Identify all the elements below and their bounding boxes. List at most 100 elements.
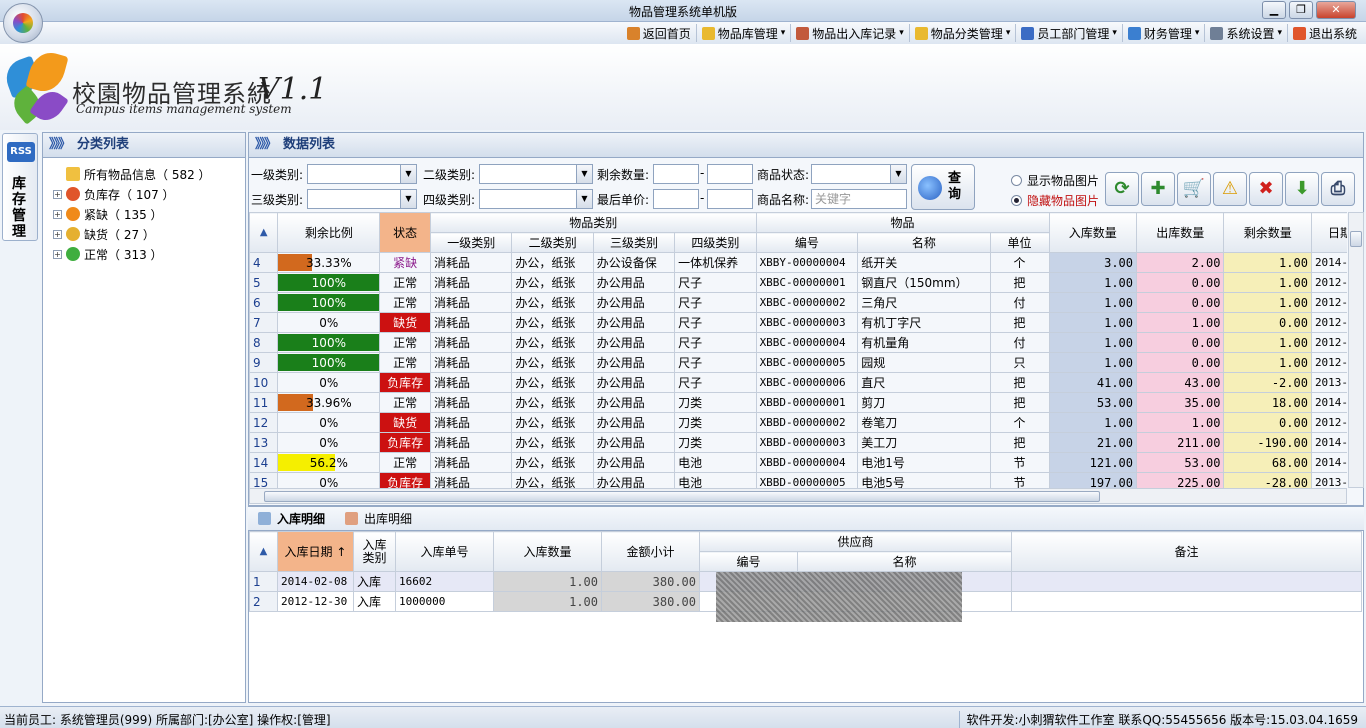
col-out-qty[interactable]: 出库数量 bbox=[1135, 212, 1225, 253]
col-c3[interactable]: 三级类别 bbox=[592, 232, 676, 253]
expand-icon[interactable]: + bbox=[53, 189, 62, 199]
col-c2[interactable]: 二级类别 bbox=[511, 232, 594, 253]
col-note[interactable]: 备注 bbox=[1011, 531, 1363, 572]
app-menu-orb[interactable] bbox=[3, 3, 43, 43]
refresh-button[interactable]: ⟳ bbox=[1105, 172, 1139, 206]
menu-item-7[interactable]: 退出系统 bbox=[1288, 24, 1362, 42]
col-date[interactable]: 日期 bbox=[1310, 212, 1347, 253]
table-row[interactable]: 15 0% 负库存 消耗品 办公，纸张 办公用品 电池 XBBD-00000005 电池5号节 1… bbox=[249, 472, 1347, 488]
col-code[interactable]: 编号 bbox=[755, 232, 859, 253]
table-row[interactable]: 9 100% 正常 消耗品 办公，纸张 办公用品 尺子 XBBC-00000005 园规只 1.0… bbox=[249, 352, 1347, 373]
add-button[interactable]: ✚ bbox=[1141, 172, 1175, 206]
last-price-min-input[interactable] bbox=[653, 189, 699, 209]
tree-item-0[interactable]: 所有物品信息（ 582 ） bbox=[66, 164, 211, 184]
ratio-text: 0% bbox=[319, 415, 339, 430]
cell-c1: 消耗品 bbox=[430, 352, 513, 373]
warning-button[interactable]: ⚠ bbox=[1213, 172, 1247, 206]
delete-button[interactable]: ✖ bbox=[1249, 172, 1283, 206]
menu-item-0[interactable]: 返回首页 bbox=[622, 24, 697, 42]
print-button[interactable]: ⎙ bbox=[1321, 172, 1355, 206]
menu-item-4[interactable]: 员工部门管理 ▾ bbox=[1016, 24, 1123, 42]
maximize-button[interactable]: ❐ bbox=[1289, 1, 1313, 19]
tab-stock-in[interactable]: 入库明细 bbox=[248, 507, 335, 530]
col-supplier-code[interactable]: 编号 bbox=[699, 551, 798, 572]
menu-item-6[interactable]: 系统设置 ▾ bbox=[1205, 24, 1288, 42]
table-row[interactable]: 10 0% 负库存 消耗品 办公，纸张 办公用品 尺子 XBBC-00000006 直尺把 41.… bbox=[249, 372, 1347, 393]
menu-item-label: 物品库管理 bbox=[717, 26, 778, 41]
table-row[interactable]: 7 0% 缺货 消耗品 办公，纸张 办公用品 尺子 XBBC-00000003 有机丁字尺把 1.… bbox=[249, 312, 1347, 333]
col-name[interactable]: 名称 bbox=[857, 232, 991, 253]
tree-item-1[interactable]: + 负库存（ 107 ） bbox=[53, 184, 175, 204]
expand-icon[interactable]: + bbox=[53, 249, 62, 259]
table-row[interactable]: 6 100% 正常 消耗品 办公，纸张 办公用品 尺子 XBBC-00000002 三角尺付 1.… bbox=[249, 292, 1347, 313]
menu-item-1[interactable]: 物品库管理 ▾ bbox=[697, 24, 792, 42]
table-row[interactable]: 14 56.2% 正常 消耗品 办公，纸张 办公用品 电池 XBBD-00000004 电池1号… bbox=[249, 452, 1347, 473]
menu-item-2[interactable]: 物品出入库记录 ▾ bbox=[791, 24, 910, 42]
query-button[interactable]: 查询 bbox=[911, 164, 975, 210]
col-rem-qty[interactable]: 剩余数量 bbox=[1223, 212, 1312, 253]
name-search-input[interactable]: 关键字 bbox=[811, 189, 907, 209]
ratio-cell: 0% bbox=[277, 432, 381, 453]
user-icon bbox=[1021, 26, 1035, 40]
cell-in-date: 2014-02-08 bbox=[277, 571, 354, 592]
col-c4[interactable]: 四级类别 bbox=[674, 232, 757, 253]
col-unit[interactable]: 单位 bbox=[989, 232, 1050, 253]
col-supplier-name[interactable]: 名称 bbox=[796, 551, 1013, 572]
scroll-thumb[interactable] bbox=[1350, 231, 1362, 247]
table-row[interactable]: 5 100% 正常 消耗品 办公，纸张 办公用品 尺子 XBBC-00000001 钢直尺（15… bbox=[249, 272, 1347, 293]
tree-item-3[interactable]: + 缺货（ 27 ） bbox=[53, 224, 155, 244]
remaining-qty-min-input[interactable] bbox=[653, 164, 699, 184]
inventory-side-tab[interactable]: RSS 库存管理 bbox=[2, 133, 38, 241]
grid-horizontal-scrollbar[interactable] bbox=[249, 488, 1347, 504]
cell-in-qty: 1.00 bbox=[1048, 332, 1138, 353]
chevron-down-icon: ▼ bbox=[400, 165, 416, 183]
col-status[interactable]: 状态 bbox=[379, 212, 432, 253]
col-in-qty[interactable]: 入库数量 bbox=[1048, 212, 1138, 253]
col-ratio[interactable]: 剩余比例 bbox=[277, 212, 381, 253]
cell-c1: 消耗品 bbox=[430, 412, 513, 433]
menu-item-5[interactable]: 财务管理 ▾ bbox=[1123, 24, 1206, 42]
cell-c2: 办公，纸张 bbox=[511, 352, 594, 373]
calendar-icon bbox=[345, 512, 359, 525]
level4-select[interactable]: ▼ bbox=[479, 189, 593, 209]
status-select[interactable]: ▼ bbox=[811, 164, 907, 184]
level1-select[interactable]: ▼ bbox=[307, 164, 417, 184]
grid-corner-icon[interactable]: ▲ bbox=[249, 212, 279, 253]
minimize-button[interactable]: ▁ bbox=[1262, 1, 1286, 19]
col-in-qty[interactable]: 入库数量 bbox=[493, 531, 602, 572]
close-button[interactable]: ✕ bbox=[1316, 1, 1356, 19]
rss-icon[interactable]: RSS bbox=[7, 142, 35, 162]
tree-item-4[interactable]: + 正常（ 313 ） bbox=[53, 244, 163, 264]
expand-icon[interactable]: + bbox=[53, 209, 62, 219]
menu-item-3[interactable]: 物品分类管理 ▾ bbox=[910, 24, 1017, 42]
table-row[interactable]: 11 33.96% 正常 消耗品 办公，纸张 办公用品 刀类 XBBD-00000001 剪刀把… bbox=[249, 392, 1347, 413]
show-images-radio[interactable]: 显示物品图片 bbox=[1011, 172, 1099, 189]
table-row[interactable]: 13 0% 负库存 消耗品 办公，纸张 办公用品 刀类 XBBD-00000003 美工刀把 21… bbox=[249, 432, 1347, 453]
cell-c4: 尺子 bbox=[674, 352, 757, 373]
cell-rem-qty: -28.00 bbox=[1223, 472, 1312, 488]
grid-corner-icon[interactable]: ▲ bbox=[249, 531, 278, 572]
table-row[interactable]: 4 33.33% 紧缺 消耗品 办公，纸张 办公设备保 一体机保养 XBBY-00000004… bbox=[249, 252, 1347, 273]
table-row[interactable]: 8 100% 正常 消耗品 办公，纸张 办公用品 尺子 XBBC-00000004 有机量角付 1… bbox=[249, 332, 1347, 353]
grid-vertical-scrollbar[interactable] bbox=[1348, 212, 1364, 488]
col-in-type[interactable]: 入库类别 bbox=[353, 531, 396, 572]
col-c1[interactable]: 一级类别 bbox=[430, 232, 513, 253]
download-button[interactable]: ⬇ bbox=[1285, 172, 1319, 206]
cell-c4: 尺子 bbox=[674, 332, 757, 353]
hide-images-radio[interactable]: 隐藏物品图片 bbox=[1011, 192, 1099, 209]
table-row[interactable]: 12 0% 缺货 消耗品 办公，纸张 办公用品 刀类 XBBD-00000002 卷笔刀个 1.0… bbox=[249, 412, 1347, 433]
col-in-amount[interactable]: 金额小计 bbox=[601, 531, 700, 572]
col-in-date[interactable]: 入库日期 ↑ bbox=[277, 531, 354, 572]
col-in-no[interactable]: 入库单号 bbox=[395, 531, 494, 572]
scroll-thumb[interactable] bbox=[264, 491, 1100, 502]
cell-c1: 消耗品 bbox=[430, 392, 513, 413]
tab-stock-out[interactable]: 出库明细 bbox=[335, 507, 422, 530]
level3-select[interactable]: ▼ bbox=[307, 189, 417, 209]
expand-icon[interactable]: + bbox=[53, 229, 62, 239]
cart-button[interactable]: 🛒 bbox=[1177, 172, 1211, 206]
row-number: 7 bbox=[249, 312, 279, 333]
remaining-qty-max-input[interactable] bbox=[707, 164, 753, 184]
last-price-max-input[interactable] bbox=[707, 189, 753, 209]
level2-select[interactable]: ▼ bbox=[479, 164, 593, 184]
tree-item-2[interactable]: + 紧缺（ 135 ） bbox=[53, 204, 163, 224]
